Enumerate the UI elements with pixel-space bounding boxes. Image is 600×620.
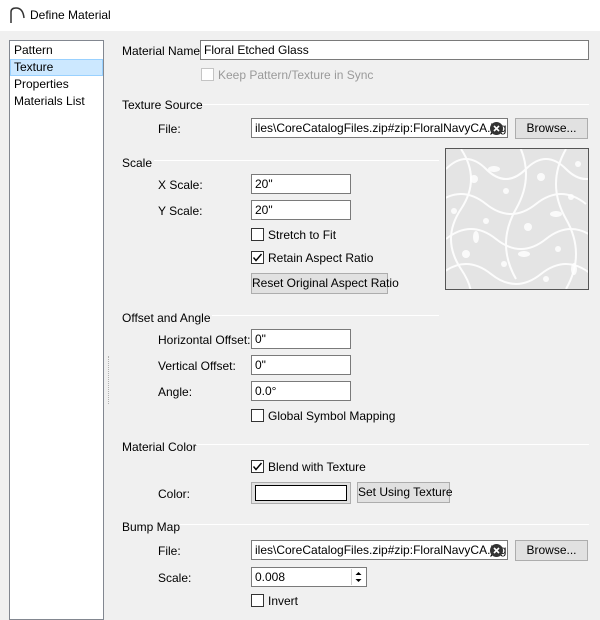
retain-aspect-checkbox[interactable]	[251, 251, 264, 264]
spinner-control[interactable]	[351, 569, 365, 585]
clear-icon[interactable]	[490, 122, 503, 135]
scale-divider	[154, 160, 439, 161]
stretch-to-fit-label: Stretch to Fit	[268, 228, 337, 242]
keep-sync-label: Keep Pattern/Texture in Sync	[218, 68, 374, 82]
stretch-to-fit-checkbox[interactable]	[251, 228, 264, 241]
vertical-offset-input[interactable]: 0"	[251, 355, 351, 375]
invert-checkbox[interactable]	[251, 594, 264, 607]
x-scale-input[interactable]: 20"	[251, 174, 351, 194]
angle-input[interactable]: 0.0°	[251, 381, 351, 401]
blend-texture-checkbox[interactable]	[251, 460, 264, 473]
retain-aspect-label: Retain Aspect Ratio	[268, 251, 374, 265]
material-color-divider	[196, 444, 589, 445]
floral-pattern-image	[446, 149, 588, 289]
texture-file-label: File:	[158, 122, 181, 136]
clear-icon[interactable]	[490, 544, 503, 557]
splitter-handle[interactable]	[108, 356, 110, 404]
bump-map-heading: Bump Map	[122, 520, 181, 534]
sidebar-item-pattern[interactable]: Pattern	[10, 42, 103, 59]
bump-browse-button[interactable]: Browse...	[515, 540, 588, 561]
color-label: Color:	[158, 487, 191, 501]
y-scale-label: Y Scale:	[158, 204, 203, 218]
sidebar-item-texture[interactable]: Texture	[10, 59, 103, 76]
offset-divider	[212, 315, 439, 316]
blend-texture-label: Blend with Texture	[268, 460, 366, 474]
color-swatch-button[interactable]	[251, 482, 351, 504]
checkmark-icon	[252, 462, 263, 471]
spinner-arrows-icon[interactable]	[352, 569, 365, 585]
keep-sync-checkbox[interactable]	[201, 68, 214, 81]
invert-label: Invert	[268, 594, 299, 608]
texture-source-divider	[202, 104, 589, 105]
bump-file-label: File:	[158, 544, 181, 558]
texture-file-input[interactable]: iles\CoreCatalogFiles.zip#zip:FloralNavy…	[251, 118, 508, 138]
material-name-input[interactable]: Floral Etched Glass	[200, 40, 589, 60]
bump-map-divider	[180, 524, 589, 525]
bump-scale-input[interactable]: 0.008	[251, 567, 367, 587]
bump-scale-value: 0.008	[255, 570, 286, 584]
global-mapping-label: Global Symbol Mapping	[268, 409, 396, 423]
category-list[interactable]: Pattern Texture Properties Materials Lis…	[9, 40, 104, 620]
offset-heading: Offset and Angle	[122, 311, 211, 325]
texture-preview	[445, 148, 589, 290]
title-bar: Define Material	[0, 0, 600, 31]
bump-file-value: iles\CoreCatalogFiles.zip#zip:FloralNavy…	[255, 543, 507, 557]
material-name-label: Material Name:	[122, 44, 204, 58]
window-title: Define Material	[30, 8, 111, 22]
horizontal-offset-label: Horizontal Offset:	[158, 333, 251, 347]
set-using-texture-button[interactable]: Set Using Texture	[357, 482, 453, 503]
horizontal-offset-input[interactable]: 0"	[251, 329, 351, 349]
global-mapping-checkbox[interactable]	[251, 409, 264, 422]
sidebar-item-properties[interactable]: Properties	[10, 76, 103, 93]
arch-icon	[10, 7, 25, 23]
material-color-heading: Material Color	[122, 440, 197, 454]
vertical-offset-label: Vertical Offset:	[158, 359, 236, 373]
checkmark-icon	[252, 253, 263, 262]
sidebar-item-materials-list[interactable]: Materials List	[10, 93, 103, 110]
texture-file-value: iles\CoreCatalogFiles.zip#zip:FloralNavy…	[255, 121, 507, 135]
bump-scale-label: Scale:	[158, 571, 192, 585]
texture-source-heading: Texture Source	[122, 98, 203, 112]
bump-file-input[interactable]: iles\CoreCatalogFiles.zip#zip:FloralNavy…	[251, 540, 508, 560]
x-scale-label: X Scale:	[158, 178, 203, 192]
y-scale-input[interactable]: 20"	[251, 200, 351, 220]
scale-heading: Scale	[122, 156, 153, 170]
angle-label: Angle:	[158, 385, 193, 399]
color-swatch	[255, 485, 347, 501]
texture-browse-button[interactable]: Browse...	[515, 118, 588, 139]
reset-aspect-button[interactable]: Reset Original Aspect Ratio	[251, 273, 399, 294]
